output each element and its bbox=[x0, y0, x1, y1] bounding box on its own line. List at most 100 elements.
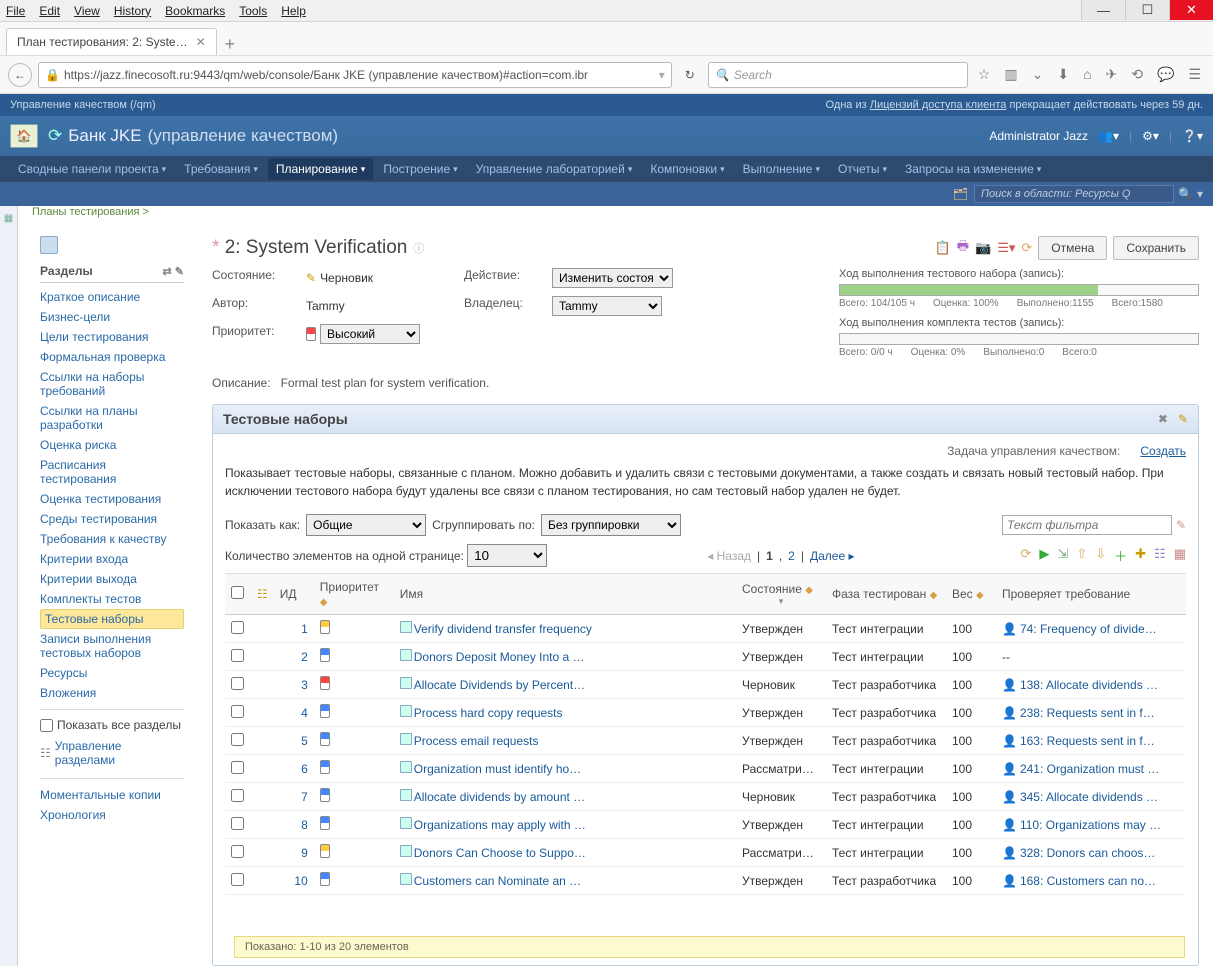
menu-history[interactable]: History bbox=[114, 4, 151, 18]
section-link[interactable]: Ссылки на планы разработки bbox=[40, 401, 184, 435]
menu-edit[interactable]: Edit bbox=[39, 4, 60, 18]
row-id[interactable]: 5 bbox=[274, 727, 314, 755]
scope-search-input[interactable] bbox=[974, 185, 1174, 203]
window-close[interactable]: ✕ bbox=[1169, 0, 1213, 20]
row-name[interactable]: Donors Can Choose to Suppo… bbox=[414, 846, 586, 860]
row-checkbox[interactable] bbox=[231, 789, 244, 802]
row-name[interactable]: Allocate Dividends by Percent… bbox=[414, 678, 585, 692]
tool-refresh-icon[interactable]: ⟳ bbox=[1021, 546, 1032, 565]
section-link[interactable]: Ссылки на наборы требований bbox=[40, 367, 184, 401]
section-link[interactable]: Оценка риска bbox=[40, 435, 184, 455]
col-phase[interactable]: Фаза тестирован bbox=[832, 587, 926, 601]
col-name[interactable]: Имя bbox=[400, 587, 423, 601]
row-requirement[interactable]: 138: Allocate dividends … bbox=[1020, 678, 1158, 692]
group-by-select[interactable]: Без группировки bbox=[541, 514, 681, 536]
column-icon[interactable]: ☷ bbox=[257, 587, 268, 601]
section-link[interactable]: Записи выполнения тестовых наборов bbox=[40, 629, 184, 663]
section-link[interactable]: Критерии входа bbox=[40, 549, 184, 569]
license-link[interactable]: Лицензий доступа клиента bbox=[870, 99, 1007, 111]
star-icon[interactable]: ☆ bbox=[978, 66, 991, 83]
panel-close-icon[interactable]: ✖ bbox=[1158, 412, 1168, 426]
show-all-checkbox[interactable] bbox=[40, 719, 53, 732]
row-id[interactable]: 3 bbox=[274, 671, 314, 699]
section-link[interactable]: Краткое описание bbox=[40, 287, 184, 307]
section-link[interactable]: Тестовые наборы bbox=[40, 609, 184, 629]
row-name[interactable]: Organizations may apply with … bbox=[414, 818, 586, 832]
scope-caret-icon[interactable]: ▾ bbox=[1197, 187, 1203, 201]
table-row[interactable]: 3Allocate Dividends by Percent…ЧерновикТ… bbox=[225, 671, 1186, 699]
page-size-select[interactable]: 10 bbox=[467, 544, 547, 567]
row-name[interactable]: Process hard copy requests bbox=[414, 706, 563, 720]
row-checkbox[interactable] bbox=[231, 649, 244, 662]
row-requirement[interactable]: 241: Organization must … bbox=[1020, 762, 1159, 776]
section-link[interactable]: Расписания тестирования bbox=[40, 455, 184, 489]
menu-file[interactable]: File bbox=[6, 4, 25, 18]
manage-sections-link[interactable]: Управление разделами bbox=[55, 736, 184, 770]
row-id[interactable]: 7 bbox=[274, 783, 314, 811]
nav-Запросы на изменение[interactable]: Запросы на изменение ▾ bbox=[897, 158, 1049, 180]
table-row[interactable]: 10Customers can Nominate an …УтвержденТе… bbox=[225, 867, 1186, 895]
home-icon[interactable]: ⌂ bbox=[1083, 66, 1091, 83]
nav-Требования[interactable]: Требования ▾ bbox=[176, 158, 266, 180]
priority-select[interactable]: Высокий bbox=[320, 324, 420, 344]
info-icon[interactable]: ⓘ bbox=[413, 240, 424, 256]
tool-up-icon[interactable]: ⇧ bbox=[1076, 546, 1087, 565]
col-priority[interactable]: Приоритет bbox=[320, 580, 379, 594]
new-tab-button[interactable]: + bbox=[225, 34, 236, 55]
chat-icon[interactable]: 💬 bbox=[1157, 66, 1174, 83]
row-id[interactable]: 4 bbox=[274, 699, 314, 727]
col-id[interactable]: ИД bbox=[280, 587, 297, 601]
sync-icon[interactable]: ⟲ bbox=[1131, 66, 1143, 83]
action-select[interactable]: Изменить состоя bbox=[552, 268, 673, 288]
section-link[interactable]: Среды тестирования bbox=[40, 509, 184, 529]
table-row[interactable]: 8Organizations may apply with …Утвержден… bbox=[225, 811, 1186, 839]
owner-select[interactable]: Tammy bbox=[552, 296, 662, 316]
col-state[interactable]: Состояние bbox=[742, 582, 802, 596]
row-name[interactable]: Allocate dividends by amount … bbox=[414, 790, 585, 804]
reader-icon[interactable]: ▥ bbox=[1004, 66, 1017, 83]
section-link[interactable]: Ресурсы bbox=[40, 663, 184, 683]
row-id[interactable]: 1 bbox=[274, 615, 314, 643]
copy-icon[interactable]: 📋 bbox=[935, 240, 951, 256]
browser-tab[interactable]: План тестирования: 2: Syste… ✕ bbox=[6, 28, 217, 55]
table-row[interactable]: 7Allocate dividends by amount …ЧерновикТ… bbox=[225, 783, 1186, 811]
row-checkbox[interactable] bbox=[231, 677, 244, 690]
nav-Построение[interactable]: Построение ▾ bbox=[375, 158, 465, 180]
nav-Выполнение[interactable]: Выполнение ▾ bbox=[735, 158, 828, 180]
users-icon[interactable]: 👥▾ bbox=[1098, 129, 1119, 143]
row-id[interactable]: 2 bbox=[274, 643, 314, 671]
chronology-link[interactable]: Хронология bbox=[40, 805, 184, 825]
row-id[interactable]: 10 bbox=[274, 867, 314, 895]
section-link[interactable]: Критерии выхода bbox=[40, 569, 184, 589]
menu-bookmarks[interactable]: Bookmarks bbox=[165, 4, 225, 18]
table-row[interactable]: 4Process hard copy requestsУтвержденТест… bbox=[225, 699, 1186, 727]
table-row[interactable]: 2Donors Deposit Money Into a …УтвержденТ… bbox=[225, 643, 1186, 671]
table-row[interactable]: 5Process email requestsУтвержденТест раз… bbox=[225, 727, 1186, 755]
select-all-checkbox[interactable] bbox=[231, 586, 244, 599]
nav-Отчеты[interactable]: Отчеты ▾ bbox=[830, 158, 895, 180]
row-name[interactable]: Organization must identify ho… bbox=[414, 762, 581, 776]
edit-icon[interactable]: ✎ bbox=[306, 271, 316, 285]
cancel-button[interactable]: Отмена bbox=[1038, 236, 1107, 260]
tool-add-icon[interactable]: ＋ bbox=[1114, 546, 1127, 565]
row-checkbox[interactable] bbox=[231, 817, 244, 830]
row-id[interactable]: 8 bbox=[274, 811, 314, 839]
table-row[interactable]: 9Donors Can Choose to Suppo…Рассматри…Те… bbox=[225, 839, 1186, 867]
row-requirement[interactable]: 345: Allocate dividends … bbox=[1020, 790, 1158, 804]
reload-icon[interactable]: ↻ bbox=[678, 63, 702, 87]
tool-new-icon[interactable]: ✚ bbox=[1135, 546, 1146, 565]
row-id[interactable]: 6 bbox=[274, 755, 314, 783]
url-input[interactable]: 🔒 https://jazz.finecosoft.ru:9443/qm/web… bbox=[38, 62, 672, 88]
nav-Компоновки[interactable]: Компоновки ▾ bbox=[642, 158, 732, 180]
tool-export-icon[interactable]: ⇲ bbox=[1057, 546, 1068, 565]
nav-Сводные панели проекта[interactable]: Сводные панели проекта ▾ bbox=[10, 158, 174, 180]
snapshots-link[interactable]: Моментальные копии bbox=[40, 785, 184, 805]
breadcrumb[interactable]: Планы тестирования > bbox=[32, 206, 1213, 218]
refresh-icon[interactable]: ⟳ bbox=[1021, 240, 1032, 256]
hamburger-icon[interactable]: ☰ bbox=[1188, 66, 1201, 83]
col-weight[interactable]: Вес bbox=[952, 587, 973, 601]
row-checkbox[interactable] bbox=[231, 705, 244, 718]
row-id[interactable]: 9 bbox=[274, 839, 314, 867]
row-requirement[interactable]: 163: Requests sent in f… bbox=[1020, 734, 1155, 748]
nav-Планирование[interactable]: Планирование ▾ bbox=[268, 158, 373, 180]
